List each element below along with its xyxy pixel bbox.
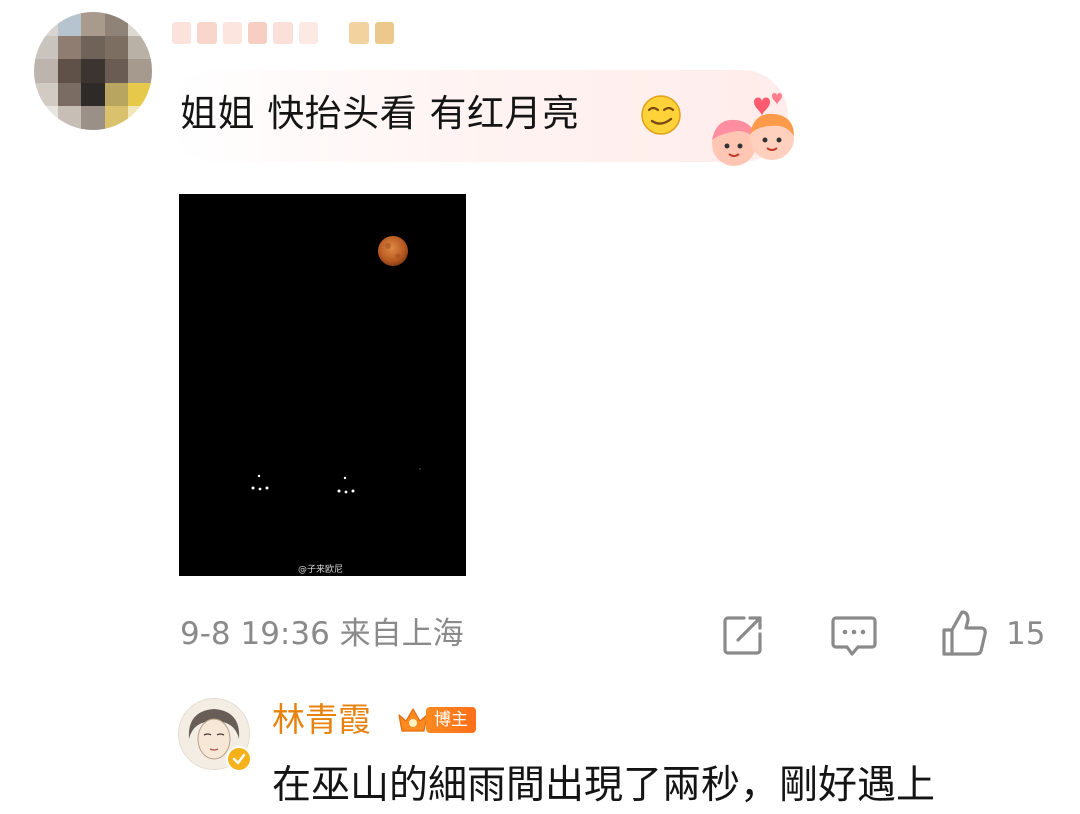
couple-hearts-sticker-icon (712, 93, 794, 166)
share-icon[interactable] (720, 612, 766, 658)
verified-badge-icon (226, 746, 252, 772)
night-sky-image (179, 194, 466, 576)
reply-author-name[interactable]: 林青霞 (272, 697, 371, 743)
comment-icon[interactable] (830, 614, 878, 658)
like-icon[interactable] (940, 608, 988, 658)
crown-icon (398, 708, 428, 732)
commenter-name-blurred[interactable] (172, 14, 394, 52)
blogger-badge: 博主 (396, 703, 478, 737)
like-count: 15 (1006, 616, 1046, 652)
red-moon-photo[interactable] (179, 194, 466, 576)
blogger-badge-label: 博主 (426, 707, 476, 733)
smirk-emoji-icon (641, 95, 681, 135)
comment-text: 姐姐 快抬头看 有红月亮 (180, 92, 580, 135)
comment-time-location: 9-8 19:36 来自上海 (180, 616, 464, 652)
reply-text: 在巫山的細雨間出現了兩秒，剛好遇上 (272, 763, 936, 808)
photo-watermark: @子来欧尼 (298, 565, 344, 575)
commenter-avatar[interactable] (34, 12, 152, 130)
